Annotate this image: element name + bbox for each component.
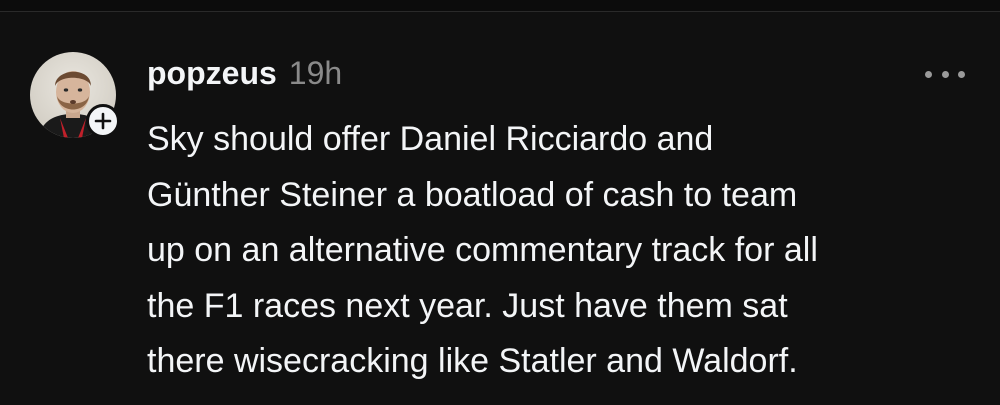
post-text-line: Günther Steiner a boatload of cash to te… [147,175,798,214]
post-header: popzeus 19h [147,55,342,92]
follow-button[interactable] [86,104,120,138]
post-text-line: the F1 races next year. Just have them s… [147,286,788,325]
username-link[interactable]: popzeus [147,55,277,92]
post-timestamp[interactable]: 19h [289,55,342,92]
post-text-line: up on an alternative commentary track fo… [147,231,818,269]
plus-icon [94,112,112,130]
avatar-container[interactable] [30,52,122,144]
ellipsis-icon-dot-1 [925,70,932,78]
post-body-text: Sky should offer Daniel Ricciardo and Gü… [147,112,982,390]
post-text-line: there wisecracking like Statler and Wald… [147,342,798,380]
more-options-button[interactable] [925,66,965,82]
ellipsis-icon-dot-3 [958,70,965,78]
post-text-line: Sky should offer Daniel Ricciardo and [147,120,714,158]
thread-post: popzeus 19h Sky should offer Daniel Ricc… [0,0,1000,405]
ellipsis-icon-dot-2 [941,70,949,78]
